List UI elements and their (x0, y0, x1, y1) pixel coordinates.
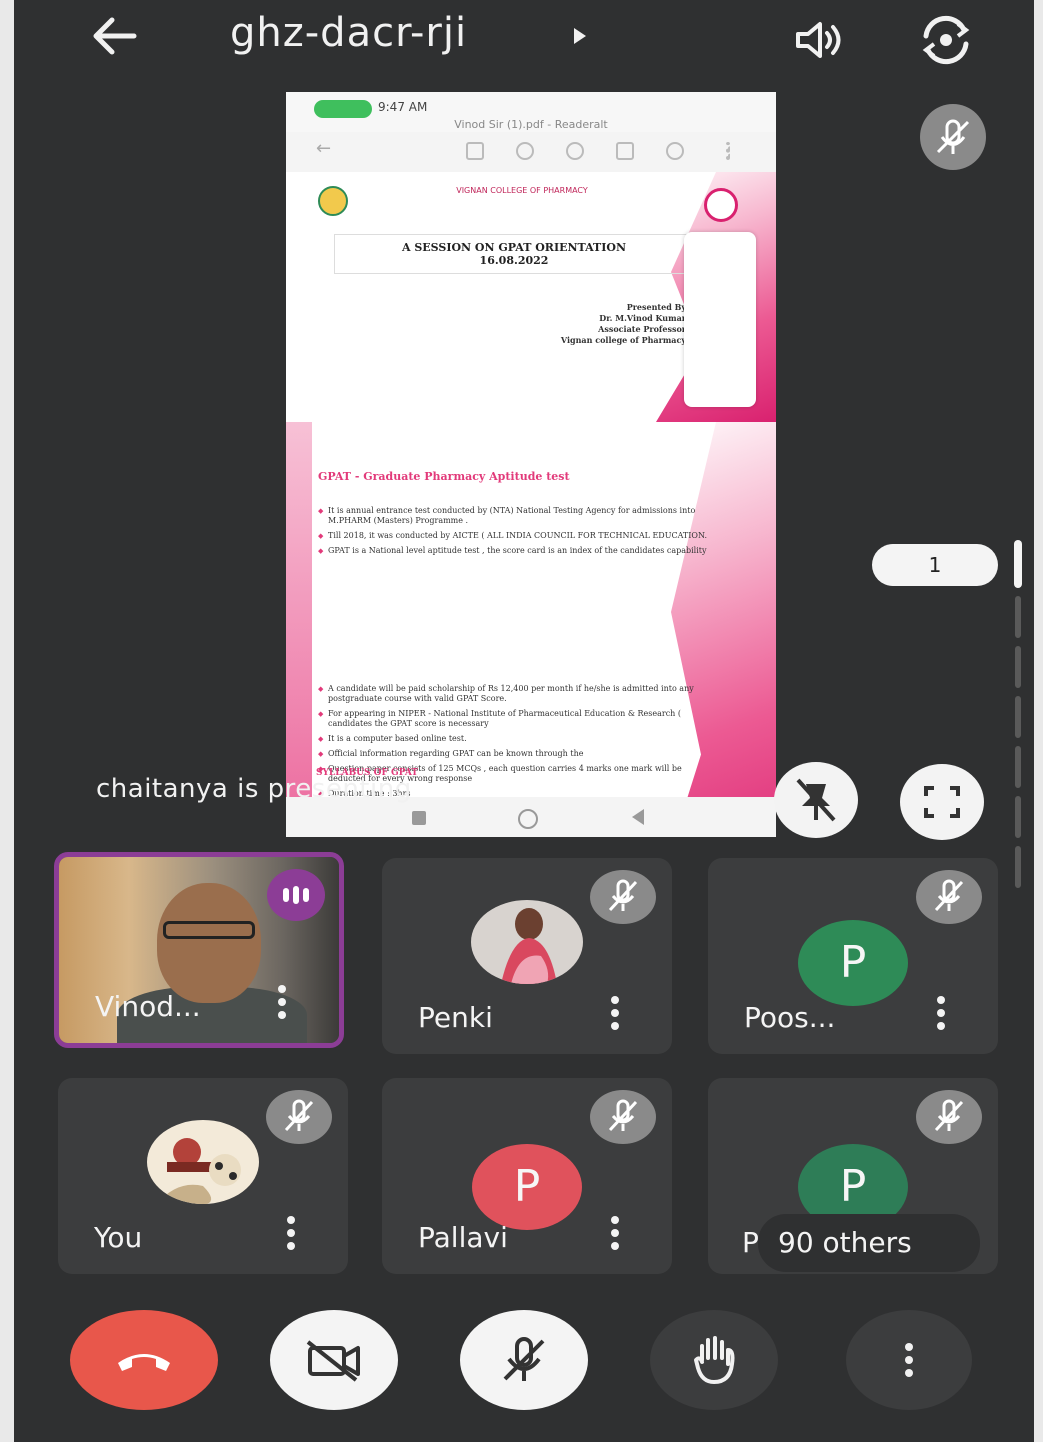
camera-off-icon (306, 1340, 360, 1382)
presented-line: Associate Professor (598, 324, 686, 334)
scroll-segment (1015, 796, 1021, 838)
back-arrow-icon[interactable] (90, 14, 140, 58)
speaking-indicator-icon (267, 869, 325, 921)
presented-line: Dr. M.Vinod Kumar (599, 313, 686, 323)
fullscreen-button[interactable] (900, 764, 984, 840)
top-bar: ghz-dacr-rji (14, 0, 1034, 80)
video-glasses (163, 921, 255, 939)
more-icon (905, 1343, 913, 1377)
session-title: A SESSION ON GPAT ORIENTATION (401, 241, 627, 254)
mic-off-icon (590, 870, 656, 924)
participant-tile-poos[interactable]: P Poos... (708, 858, 998, 1054)
camera-toggle-button[interactable] (270, 1310, 398, 1410)
bullet: Official information regarding GPAT can … (318, 749, 718, 759)
phone-status-bar: 9:47 AM Vinod Sir (1).pdf - Readeralt (286, 92, 776, 132)
mic-off-icon (916, 870, 982, 924)
pdf-more-icon (726, 142, 730, 160)
bullet: GPAT is a National level aptitude test ,… (318, 546, 718, 556)
unpin-button[interactable] (774, 762, 858, 838)
mic-off-icon (590, 1090, 656, 1144)
mic-toggle-button[interactable] (460, 1310, 588, 1410)
participant-name: P (742, 1226, 759, 1259)
video-face (157, 883, 261, 1003)
more-options-icon[interactable] (936, 996, 946, 1030)
nav-back-icon (632, 809, 644, 825)
mic-off-icon (266, 1090, 332, 1144)
recents-icon (412, 811, 426, 825)
home-icon (518, 809, 538, 829)
more-options-icon[interactable] (277, 985, 287, 1019)
bullet: It is annual entrance test conducted by … (318, 506, 718, 526)
bullet: It is a computer based online test. (318, 734, 718, 744)
participant-name: Vinod... (95, 990, 201, 1023)
college-seal (704, 188, 738, 222)
participant-tile-penki[interactable]: Penki (382, 858, 672, 1054)
participant-name: Pallavi (418, 1221, 508, 1254)
scroll-segment (1015, 846, 1021, 888)
pdf-edit-icon (466, 142, 484, 160)
college-logo (318, 186, 348, 216)
meet-screen: ghz-dacr-rji 9:47 AM Vinod Sir (1).pdf -… (14, 0, 1034, 1442)
page-scrollbar[interactable] (1014, 540, 1024, 895)
participant-name: Poos... (744, 1001, 836, 1034)
session-date: 16.08.2022 (479, 254, 549, 267)
pdf-expand-icon (616, 142, 634, 160)
more-options-icon[interactable] (286, 1216, 296, 1250)
floating-video-card (684, 232, 756, 407)
page-indicator[interactable]: 1 (872, 544, 998, 586)
raise-hand-button[interactable] (650, 1310, 778, 1410)
participant-tile-pallavi[interactable]: P Pallavi (382, 1078, 672, 1274)
session-title-box: A SESSION ON GPAT ORIENTATION 16.08.2022 (334, 234, 694, 274)
avatar (471, 900, 583, 984)
more-options-button[interactable] (846, 1310, 972, 1410)
avatar: P (472, 1144, 582, 1230)
pdf-search-icon (566, 142, 584, 160)
presented-by: Presented By Dr. M.Vinod Kumar Associate… (536, 302, 686, 346)
scroll-thumb[interactable] (1014, 540, 1022, 588)
caret-right-icon[interactable] (572, 26, 588, 46)
presenting-label: chaitanya is presenting (96, 774, 412, 804)
hangup-button[interactable] (70, 1310, 218, 1410)
presented-line: Vignan college of Pharmacy (560, 335, 686, 345)
unpin-icon (796, 778, 836, 822)
bullet: A candidate will be paid scholarship of … (318, 684, 718, 704)
participant-tile-you[interactable]: You (58, 1078, 348, 1274)
scroll-segment (1015, 596, 1021, 638)
presented-line: Presented By (626, 302, 686, 312)
bullet: Till 2018, it was conducted by AICTE ( A… (318, 531, 718, 541)
meeting-code[interactable]: ghz-dacr-rji (230, 10, 467, 56)
more-options-icon[interactable] (610, 996, 620, 1030)
phone-time: 9:47 AM (378, 100, 428, 114)
participant-tile-vinod[interactable]: Vinod... (54, 852, 344, 1048)
participant-name: You (94, 1221, 143, 1254)
hangup-icon (118, 1354, 170, 1371)
shared-screen[interactable]: 9:47 AM Vinod Sir (1).pdf - Readeralt ← … (286, 92, 776, 837)
participant-name: Penki (418, 1001, 493, 1034)
gpat-heading: GPAT - Graduate Pharmacy Aptitude test (318, 470, 570, 483)
raise-hand-icon (694, 1336, 735, 1384)
pdf-share-icon (666, 142, 684, 160)
camera-flip-icon[interactable] (916, 14, 976, 66)
scroll-segment (1015, 646, 1021, 688)
gpat-bullets: It is annual entrance test conducted by … (318, 506, 718, 561)
scroll-segment (1015, 696, 1021, 738)
bullet: For appearing in NIPER - National Instit… (318, 709, 718, 729)
slide-title: VIGNAN COLLEGE OF PHARMACY A SESSION ON … (286, 172, 776, 422)
mic-off-icon (920, 104, 986, 170)
document-name: Vinod Sir (1).pdf - Readeralt (454, 118, 608, 131)
scroll-segment (1015, 746, 1021, 788)
mic-off-icon (503, 1337, 545, 1381)
pdf-back-icon: ← (316, 138, 332, 159)
college-name: VIGNAN COLLEGE OF PHARMACY (456, 186, 588, 195)
call-pill (314, 100, 372, 118)
speaker-icon[interactable] (794, 20, 846, 60)
avatar (147, 1120, 259, 1204)
more-options-icon[interactable] (610, 1216, 620, 1250)
pdf-toolbar: ← (286, 132, 776, 173)
pdf-cloud-icon (516, 142, 534, 160)
fullscreen-icon (924, 786, 960, 818)
avatar: P (798, 920, 908, 1006)
mic-off-icon (916, 1090, 982, 1144)
others-count[interactable]: 90 others (758, 1214, 980, 1272)
